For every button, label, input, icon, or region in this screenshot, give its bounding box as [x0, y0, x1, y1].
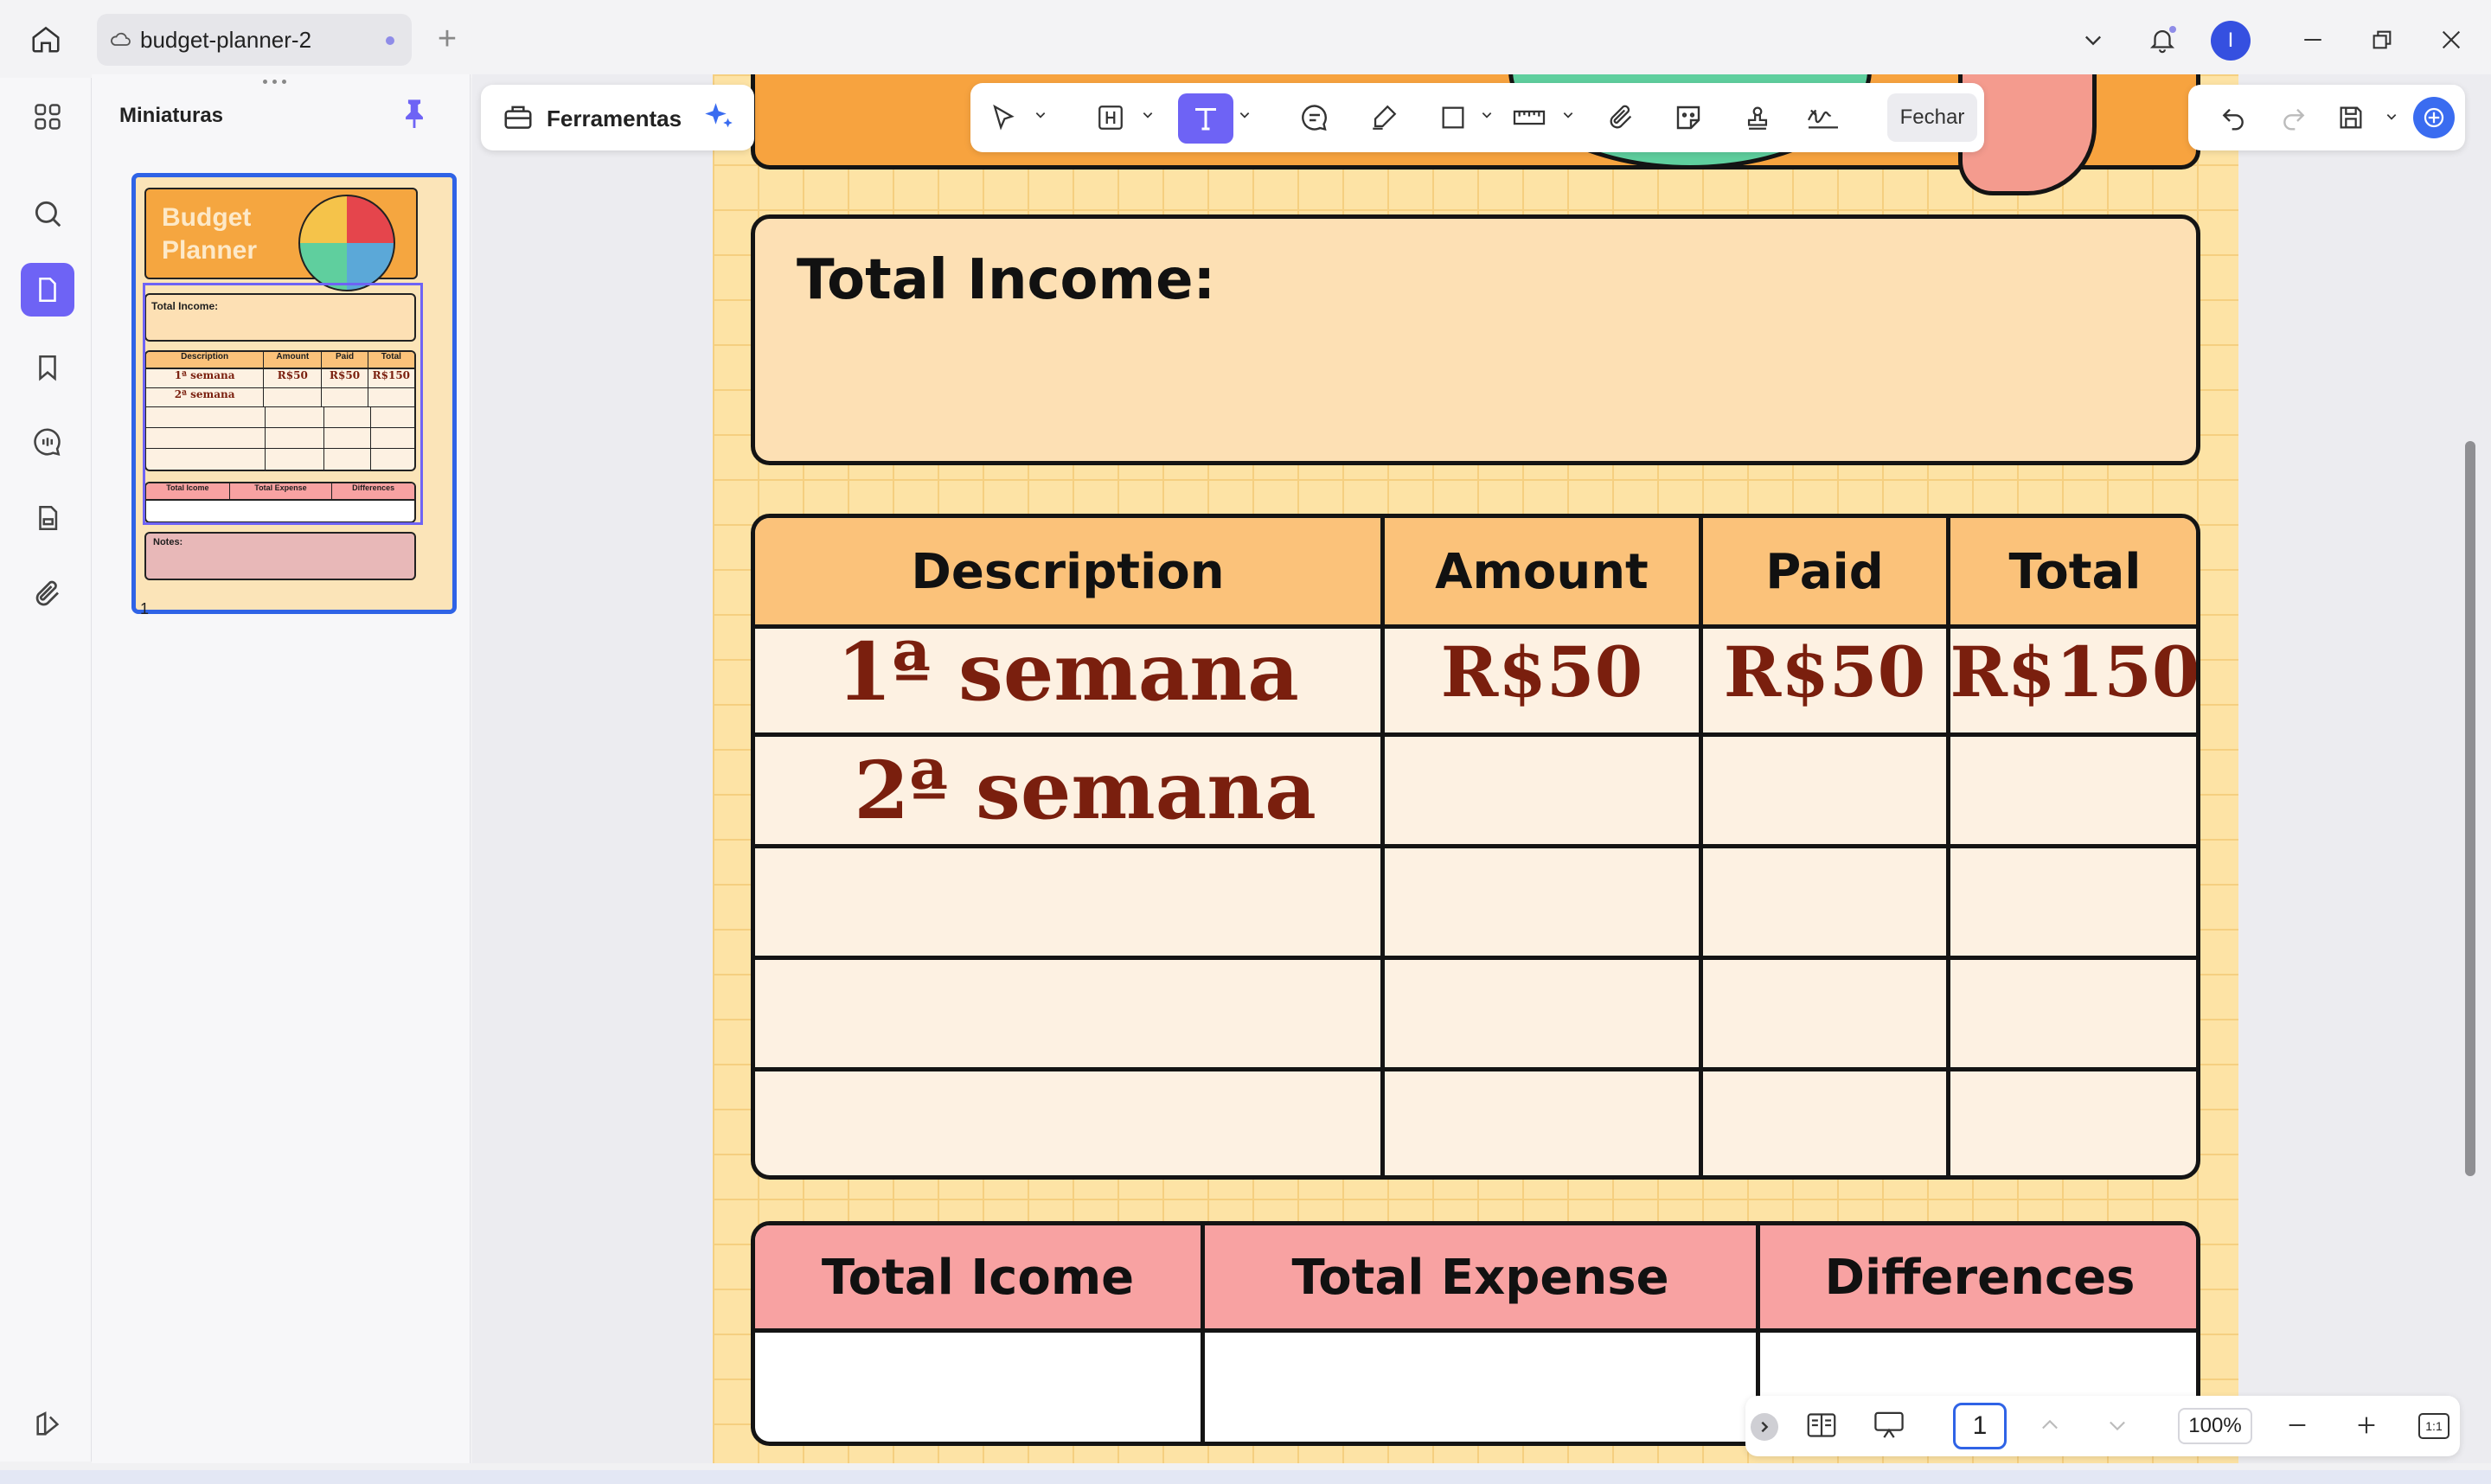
row2-description[interactable]: 2ª semana — [772, 737, 1398, 844]
next-page-icon[interactable] — [2100, 1408, 2135, 1442]
thumb-notes: Notes: — [144, 532, 416, 580]
text-tool-icon[interactable] — [1178, 93, 1233, 144]
row1-description[interactable]: 1ª semana — [755, 611, 1380, 732]
pdf-page[interactable]: Total Income: Description Amount Paid To… — [713, 74, 2238, 1463]
header-description: Description — [911, 543, 1225, 600]
panel-title: Miniaturas — [119, 104, 224, 127]
zoom-level[interactable]: 100% — [2178, 1408, 2252, 1444]
bookmark-icon[interactable] — [21, 341, 74, 394]
thumb-title: Budget Planner — [162, 203, 258, 265]
heading-tool-icon[interactable] — [1093, 100, 1128, 135]
title-bar: budget-planner-2 + I — [0, 0, 2491, 78]
ai-assistant-icon[interactable] — [2413, 97, 2455, 138]
reading-mode-icon[interactable] — [1804, 1408, 1839, 1442]
tools-button[interactable]: Ferramentas — [547, 106, 682, 132]
comment-icon[interactable] — [21, 415, 74, 469]
total-income-label: Total Income: — [797, 248, 1216, 312]
chevron-down-icon[interactable] — [1142, 109, 1154, 121]
tools-panel: Ferramentas — [481, 85, 754, 150]
taskbar-edge — [0, 1470, 2491, 1484]
row1-total[interactable]: R$150 — [1950, 611, 2196, 732]
page-thumbnail[interactable]: Budget Planner Total Income: Description… — [131, 173, 457, 614]
previous-page-icon[interactable] — [2033, 1408, 2067, 1442]
summary-total-expense: Total Expense — [1291, 1249, 1669, 1306]
thumb-viewport-indicator — [143, 283, 423, 525]
save-icon[interactable] — [2334, 100, 2368, 135]
redo-icon[interactable] — [2276, 100, 2311, 135]
measure-tool-icon[interactable] — [1512, 100, 1546, 135]
summary-differences: Differences — [1824, 1249, 2136, 1306]
home-icon[interactable] — [26, 19, 66, 59]
document-tab[interactable]: budget-planner-2 — [97, 14, 412, 66]
select-tool-icon[interactable] — [986, 100, 1021, 135]
header-amount: Amount — [1435, 543, 1649, 600]
layers-icon[interactable] — [21, 1398, 74, 1451]
chevron-down-icon[interactable] — [2385, 111, 2398, 123]
header-paid: Paid — [1765, 543, 1884, 600]
restore-icon[interactable] — [2363, 21, 2401, 59]
minimize-icon[interactable] — [2294, 21, 2332, 59]
header-total: Total — [2008, 543, 2142, 600]
zoom-in-icon[interactable] — [2349, 1408, 2384, 1442]
budget-table: Description Amount Paid Total 1ª semana … — [751, 514, 2200, 1180]
avatar[interactable]: I — [2211, 21, 2251, 61]
chevron-down-icon[interactable] — [2076, 22, 2110, 57]
attachment-tool-icon[interactable] — [1604, 100, 1638, 135]
chevron-down-icon[interactable] — [1562, 109, 1574, 121]
page-navigation-bar: 1 100% 1:1 — [1745, 1396, 2460, 1456]
ai-sparkle-icon[interactable] — [701, 99, 739, 137]
sticker-tool-icon[interactable] — [1671, 100, 1706, 135]
annotation-toolbar: Fechar — [970, 83, 1984, 152]
thumb-header: Budget Planner — [144, 188, 418, 291]
unsaved-indicator — [386, 36, 394, 45]
stamp-tool-icon[interactable] — [1740, 100, 1775, 135]
new-tab-button[interactable]: + — [429, 21, 465, 57]
zoom-out-icon[interactable] — [2280, 1408, 2315, 1442]
search-icon[interactable] — [21, 187, 74, 240]
page-number-input[interactable]: 1 — [1953, 1403, 2007, 1449]
summary-total-income: Total Icome — [821, 1249, 1135, 1306]
chevron-down-icon[interactable] — [1239, 109, 1251, 121]
history-toolbar — [2188, 85, 2465, 150]
close-toolbar-button[interactable]: Fechar — [1887, 93, 1977, 142]
thumb-pie-illustration — [298, 195, 395, 291]
bell-icon[interactable] — [2143, 21, 2181, 59]
chevron-down-icon[interactable] — [1481, 109, 1493, 121]
expand-chevron-icon[interactable] — [1751, 1413, 1778, 1441]
tab-title: budget-planner-2 — [140, 26, 312, 53]
undo-icon[interactable] — [2216, 100, 2251, 135]
cloud-icon — [109, 27, 131, 54]
panel-drag-handle[interactable] — [263, 80, 292, 86]
form-fields-icon[interactable] — [21, 491, 74, 545]
pin-icon[interactable] — [400, 97, 432, 131]
rectangle-tool-icon[interactable] — [1436, 100, 1470, 135]
highlighter-tool-icon[interactable] — [1367, 100, 1401, 135]
row1-paid[interactable]: R$50 — [1703, 611, 1946, 732]
attachment-icon[interactable] — [21, 567, 74, 621]
vertical-scrollbar[interactable] — [2465, 441, 2475, 1176]
presentation-icon[interactable] — [1872, 1408, 1906, 1442]
thumbnails-icon[interactable] — [21, 263, 74, 317]
total-income-box: Total Income: — [751, 214, 2200, 465]
signature-tool-icon[interactable] — [1806, 100, 1841, 135]
close-icon[interactable] — [2432, 21, 2470, 59]
comment-tool-icon[interactable] — [1297, 100, 1332, 135]
row1-amount[interactable]: R$50 — [1385, 611, 1699, 732]
grid-apps-icon[interactable] — [21, 90, 74, 144]
toolbox-icon[interactable] — [502, 100, 536, 135]
chevron-down-icon[interactable] — [1034, 109, 1047, 121]
thumb-page-number: 1 — [140, 600, 150, 617]
actual-size-button[interactable]: 1:1 — [2418, 1413, 2449, 1439]
